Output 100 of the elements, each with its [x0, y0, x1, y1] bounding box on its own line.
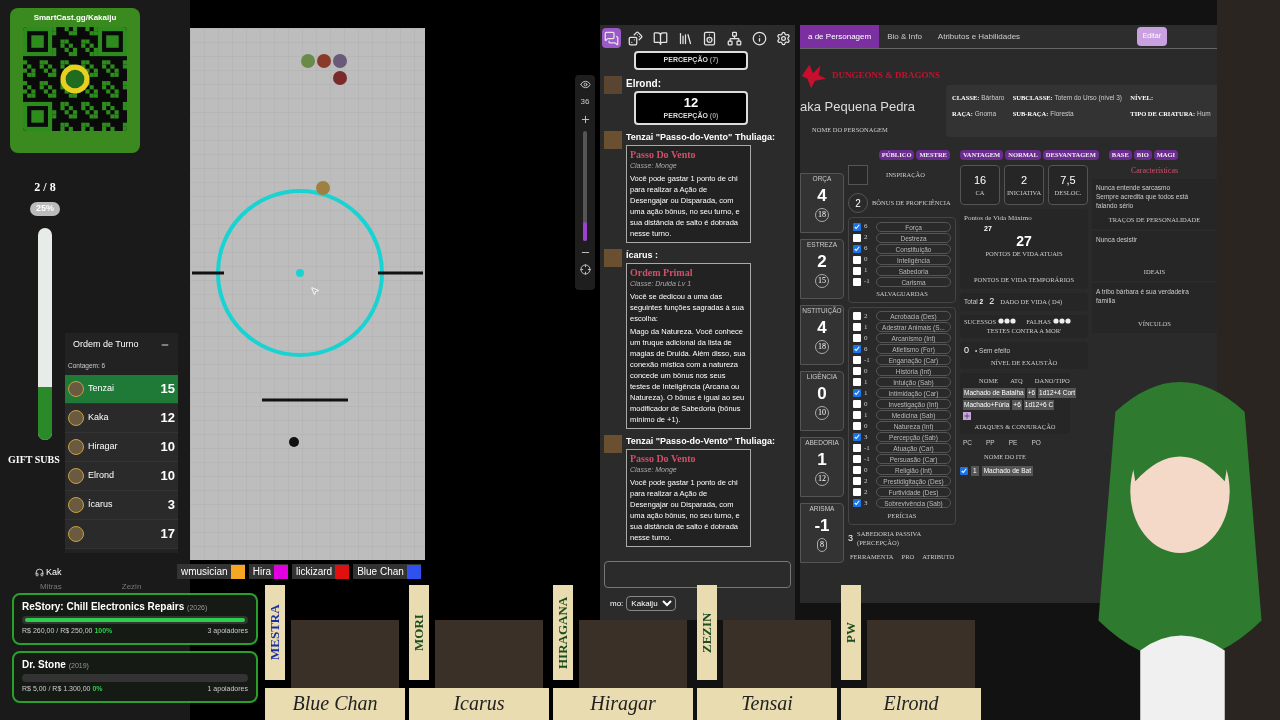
character-name: aka Pequena Pedra — [800, 98, 916, 116]
initiative-value: 12 — [160, 409, 175, 427]
token-avatar — [68, 496, 84, 513]
sidebar-tab[interactable] — [602, 28, 621, 48]
qr-url: SmartCast.gg/Kakaiju — [33, 12, 117, 24]
checkbox[interactable] — [853, 488, 861, 497]
roll-value: 12 — [683, 94, 699, 111]
checkmark-icon — [854, 434, 860, 441]
turn-entry[interactable]: 17 — [65, 519, 178, 549]
book-icon — [653, 30, 669, 46]
panel-title: Ordem de Turno — [73, 338, 139, 352]
zoom-value: 36 — [580, 96, 590, 108]
character-nameplate: Blue Chan — [265, 688, 405, 720]
character-nameplate: Elrond — [841, 688, 981, 720]
checkbox[interactable] — [853, 477, 861, 486]
initiative-value: 17 — [160, 525, 175, 543]
token-avatar — [68, 438, 84, 455]
speaking-as-label: mo: — [610, 597, 624, 610]
checkbox[interactable] — [853, 277, 861, 286]
sheet-tab[interactable]: a de Personagem — [800, 25, 880, 48]
chat-icon — [603, 30, 619, 46]
checkbox[interactable] — [853, 323, 861, 332]
dice-icon — [628, 30, 644, 46]
avatar-thumbnail — [604, 435, 622, 453]
combatant-name: Hiragar — [88, 440, 119, 453]
checkbox[interactable] — [853, 422, 861, 431]
cursor-icon — [310, 286, 320, 296]
sub-goal-label: GIFT SUBS — [8, 453, 60, 467]
ability-title: Passo Do Vento — [630, 452, 697, 465]
player-tag: MESTRA — [265, 585, 285, 680]
player-name: Hira — [252, 565, 272, 579]
turn-entry[interactable]: Tenzai 15 — [65, 374, 178, 404]
attribute-modifier: 4 — [817, 184, 827, 207]
turn-entry[interactable]: Kaka 12 — [65, 403, 178, 433]
eye-icon[interactable] — [579, 79, 591, 90]
player-tag: HIRAGANA — [553, 585, 573, 680]
voice-user: Zezin — [121, 581, 142, 593]
checkbox[interactable] — [853, 433, 861, 442]
checkmark-icon — [854, 346, 860, 353]
checkbox[interactable] — [853, 244, 861, 253]
initiative-value: 10 — [160, 467, 175, 485]
token-avatar — [68, 467, 84, 484]
turn-entry[interactable]: Ícarus 3 — [65, 490, 178, 520]
ability-title: Passo Do Vento — [630, 148, 697, 161]
sheet-tab[interactable]: Atributos e Habilidades — [929, 25, 1029, 48]
player-name: wmusician — [181, 565, 228, 579]
checkbox[interactable] — [853, 312, 861, 321]
attribute-modifier: 0 — [817, 382, 827, 405]
checkmark-icon — [961, 467, 967, 474]
zoom-slider[interactable] — [583, 131, 587, 241]
checkbox[interactable] — [853, 455, 861, 464]
checkbox[interactable] — [853, 233, 861, 242]
ability-title: Ordem Primal — [630, 266, 694, 279]
message-author: Elrond: — [626, 76, 662, 91]
current-hp-value: 27 — [1016, 234, 1032, 249]
checkbox[interactable] — [853, 400, 861, 409]
checkbox[interactable] — [853, 466, 861, 475]
combatant-name: Tenzai — [88, 382, 115, 395]
speaking-as-select[interactable]: Kakaiju — [626, 596, 677, 611]
checkbox[interactable] — [853, 378, 861, 387]
message-author: Ícarus : — [626, 249, 659, 262]
turn-entry[interactable]: Elrond 10 — [65, 461, 178, 491]
checkbox[interactable] — [853, 334, 861, 343]
checkbox[interactable] — [853, 411, 861, 420]
brand-logo: DUNGEONS & DRAGONS — [832, 69, 940, 83]
checkbox[interactable] — [853, 356, 861, 365]
crosshair-icon[interactable] — [579, 264, 591, 275]
checkbox[interactable] — [853, 255, 861, 264]
add-icon[interactable] — [963, 411, 971, 420]
stat-value: 7,5 — [1060, 172, 1076, 188]
checkbox[interactable] — [853, 222, 861, 231]
checkbox[interactable] — [853, 389, 861, 398]
combatant-name: Elrond — [88, 469, 115, 482]
character-nameplate: Hiragar — [553, 688, 693, 720]
initiative-value: 10 — [160, 438, 175, 456]
checkbox[interactable] — [853, 367, 861, 376]
attribute-modifier: 1 — [817, 448, 827, 471]
stat-value: 2 — [1020, 172, 1028, 188]
checkbox[interactable] — [853, 444, 861, 453]
headphones-icon — [35, 568, 44, 578]
message-author: Tenzai "Passo-do-Vento" Thuliaga: — [626, 435, 775, 448]
speaker-icon — [702, 30, 718, 46]
exhaustion-value: 0 — [964, 344, 969, 357]
checkbox[interactable] — [960, 466, 968, 475]
checkbox[interactable] — [853, 345, 861, 354]
chat-input[interactable] — [604, 561, 791, 588]
zoom-in-icon[interactable] — [579, 114, 591, 125]
books-icon — [677, 30, 693, 46]
attribute-modifier: -1 — [814, 514, 830, 537]
sheet-tab[interactable]: Bio & Info — [879, 25, 930, 48]
checkbox[interactable] — [853, 266, 861, 275]
checkmark-icon — [854, 245, 860, 252]
voice-user: Kak — [46, 566, 62, 579]
token-avatar — [68, 525, 84, 542]
player-tag: MORI — [409, 585, 429, 680]
checkbox[interactable] — [853, 499, 861, 508]
token-avatar — [68, 409, 84, 426]
player-name: lickizard — [296, 565, 333, 579]
combatant-name: Kaka — [88, 411, 110, 424]
turn-entry[interactable]: Hiragar 10 — [65, 432, 178, 462]
